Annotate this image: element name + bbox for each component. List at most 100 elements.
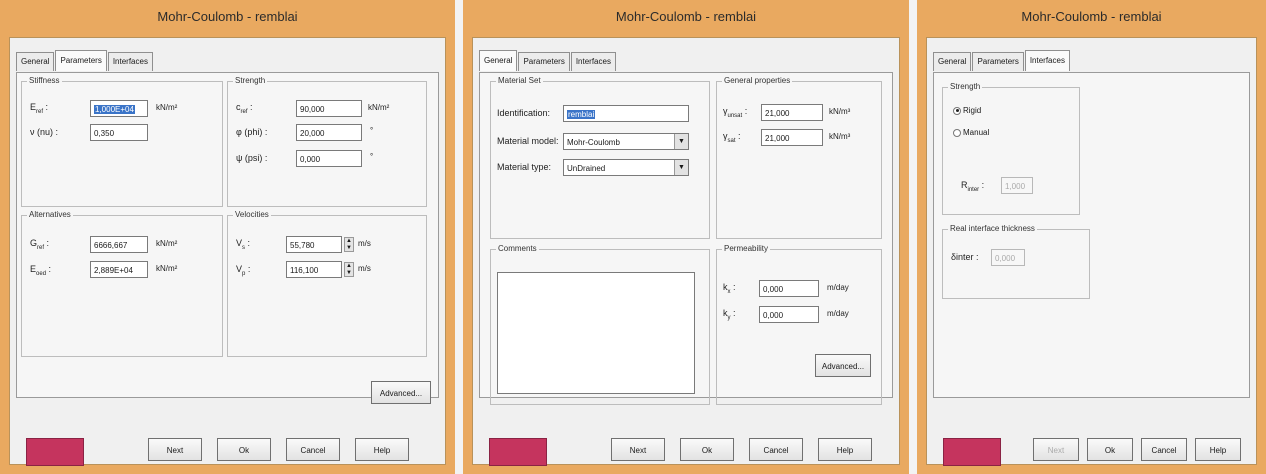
next-button[interactable]: Next xyxy=(1033,438,1079,461)
rigid-radio[interactable]: Rigid xyxy=(953,106,981,115)
tab-interfaces[interactable]: Interfaces xyxy=(107,52,153,71)
group-title: Alternatives xyxy=(27,210,73,219)
material-color-swatch[interactable] xyxy=(489,438,547,466)
ky-unit: m/day xyxy=(827,309,849,318)
phi-unit: ° xyxy=(370,126,374,135)
next-button[interactable]: Next xyxy=(611,438,665,461)
dinter-input[interactable]: 0,000 xyxy=(991,249,1025,266)
tab-parameters[interactable]: Parameters xyxy=(972,52,1024,71)
manual-radio[interactable]: Manual xyxy=(953,128,989,137)
vp-label: Vp : xyxy=(236,264,251,277)
g-ref-input[interactable]: 6666,667 xyxy=(90,236,148,253)
dialog-parameters: Mohr-Coulomb - remblai General Parameter… xyxy=(0,0,455,474)
tab-parameters[interactable]: Parameters xyxy=(55,50,107,71)
c-ref-input[interactable]: 90,000 xyxy=(296,100,362,117)
cancel-button[interactable]: Cancel xyxy=(749,438,803,461)
alternatives-group: Alternatives Gref : 6666,667 kN/m² Eoed … xyxy=(21,210,223,357)
stiffness-group: Stiffness Eref : 1,000E+04 kN/m² ν (nu) … xyxy=(21,76,223,207)
dialog-client: General Parameters Interfaces Material S… xyxy=(472,37,900,466)
group-title: Velocities xyxy=(233,210,271,219)
tab-general[interactable]: General xyxy=(933,52,972,71)
vs-label: Vs : xyxy=(236,238,251,251)
advanced-button[interactable]: Advanced... xyxy=(371,381,431,404)
ok-button[interactable]: Ok xyxy=(1087,438,1133,461)
material-model-select[interactable]: Mohr-Coulomb ▼ xyxy=(563,133,689,150)
e-ref-label: Eref : xyxy=(30,102,49,115)
radio-dot xyxy=(953,106,961,115)
interface-thickness-group: Real interface thickness δinter : 0,000 xyxy=(942,224,1090,299)
cancel-button[interactable]: Cancel xyxy=(1141,438,1187,461)
advanced-button[interactable]: Advanced... xyxy=(815,354,871,377)
e-oed-label: Eoed : xyxy=(30,264,52,277)
vp-spinner[interactable]: ▲ ▼ xyxy=(344,262,354,277)
vs-input[interactable]: 55,780 xyxy=(286,236,342,253)
material-type-select[interactable]: UnDrained ▼ xyxy=(563,159,689,176)
e-oed-input[interactable]: 2,889E+04 xyxy=(90,261,148,278)
general-properties-group: General properties γunsat : 21,000 kN/m³… xyxy=(716,76,882,239)
vp-input[interactable]: 116,100 xyxy=(286,261,342,278)
group-title: Real interface thickness xyxy=(948,224,1037,233)
nu-label: ν (nu) : xyxy=(30,127,59,137)
help-button[interactable]: Help xyxy=(818,438,872,461)
dialog-general: Mohr-Coulomb - remblai General Parameter… xyxy=(463,0,909,474)
comments-textarea[interactable] xyxy=(497,272,695,394)
phi-input[interactable]: 20,000 xyxy=(296,124,362,141)
material-type-label: Material type: xyxy=(497,162,552,172)
g-ref-unit: kN/m² xyxy=(156,239,178,248)
radio-dot xyxy=(953,128,961,137)
psi-unit: ° xyxy=(370,152,374,161)
tab-panel: Material Set Identification: remblai Mat… xyxy=(479,72,893,405)
next-button[interactable]: Next xyxy=(148,438,202,461)
group-title: Permeability xyxy=(722,244,771,253)
ok-button[interactable]: Ok xyxy=(680,438,734,461)
tab-strip: General Parameters Interfaces xyxy=(933,50,1071,72)
help-button[interactable]: Help xyxy=(1195,438,1241,461)
gamma-unsat-label: γunsat : xyxy=(723,106,748,119)
tab-interfaces[interactable]: Interfaces xyxy=(1024,50,1070,71)
material-color-swatch[interactable] xyxy=(26,438,84,466)
kx-input[interactable]: 0,000 xyxy=(759,280,819,297)
comments-group: Comments xyxy=(490,244,710,405)
psi-input[interactable]: 0,000 xyxy=(296,150,362,167)
gamma-sat-unit: kN/m³ xyxy=(829,132,851,141)
vs-spinner[interactable]: ▲ ▼ xyxy=(344,237,354,252)
tab-general[interactable]: General xyxy=(16,52,55,71)
chevron-down-icon[interactable]: ▼ xyxy=(674,134,688,149)
nu-input[interactable]: 0,350 xyxy=(90,124,148,141)
e-ref-input[interactable]: 1,000E+04 xyxy=(90,100,148,117)
tab-panel: Strength Rigid Manual Rinter : 1,000 Rea… xyxy=(933,72,1250,398)
chevron-down-icon[interactable]: ▼ xyxy=(674,160,688,175)
strength-group: Strength cref : 90,000 kN/m² φ (phi) : 2… xyxy=(227,76,427,207)
ky-input[interactable]: 0,000 xyxy=(759,306,819,323)
group-title: Stiffness xyxy=(27,76,62,85)
group-title: General properties xyxy=(722,76,793,85)
group-title: Material Set xyxy=(496,76,543,85)
cancel-button[interactable]: Cancel xyxy=(286,438,340,461)
tab-parameters[interactable]: Parameters xyxy=(518,52,570,71)
help-button[interactable]: Help xyxy=(355,438,409,461)
tab-interfaces[interactable]: Interfaces xyxy=(570,52,616,71)
group-title: Comments xyxy=(496,244,539,253)
tab-panel: Stiffness Eref : 1,000E+04 kN/m² ν (nu) … xyxy=(16,72,439,404)
interface-strength-group: Strength Rigid Manual Rinter : 1,000 xyxy=(942,82,1080,215)
window-title: Mohr-Coulomb - remblai xyxy=(615,9,757,24)
group-title: Strength xyxy=(233,76,268,85)
material-set-group: Material Set Identification: remblai Mat… xyxy=(490,76,710,239)
ok-button[interactable]: Ok xyxy=(217,438,271,461)
group-title: Strength xyxy=(948,82,983,91)
material-color-swatch[interactable] xyxy=(943,438,1001,466)
ky-label: ky : xyxy=(723,308,736,321)
phi-label: φ (phi) : xyxy=(236,127,268,137)
e-oed-unit: kN/m² xyxy=(156,264,178,273)
identification-input[interactable]: remblai xyxy=(563,105,689,122)
dinter-label: δinter : xyxy=(951,252,979,262)
tab-general[interactable]: General xyxy=(479,50,518,71)
gamma-unsat-input[interactable]: 21,000 xyxy=(761,104,823,121)
kx-unit: m/day xyxy=(827,283,849,292)
g-ref-label: Gref : xyxy=(30,238,50,251)
gamma-sat-input[interactable]: 21,000 xyxy=(761,129,823,146)
identification-label: Identification: xyxy=(497,108,551,118)
window-title: Mohr-Coulomb - remblai xyxy=(157,9,298,24)
c-ref-unit: kN/m² xyxy=(368,103,390,112)
rinter-input[interactable]: 1,000 xyxy=(1001,177,1033,194)
